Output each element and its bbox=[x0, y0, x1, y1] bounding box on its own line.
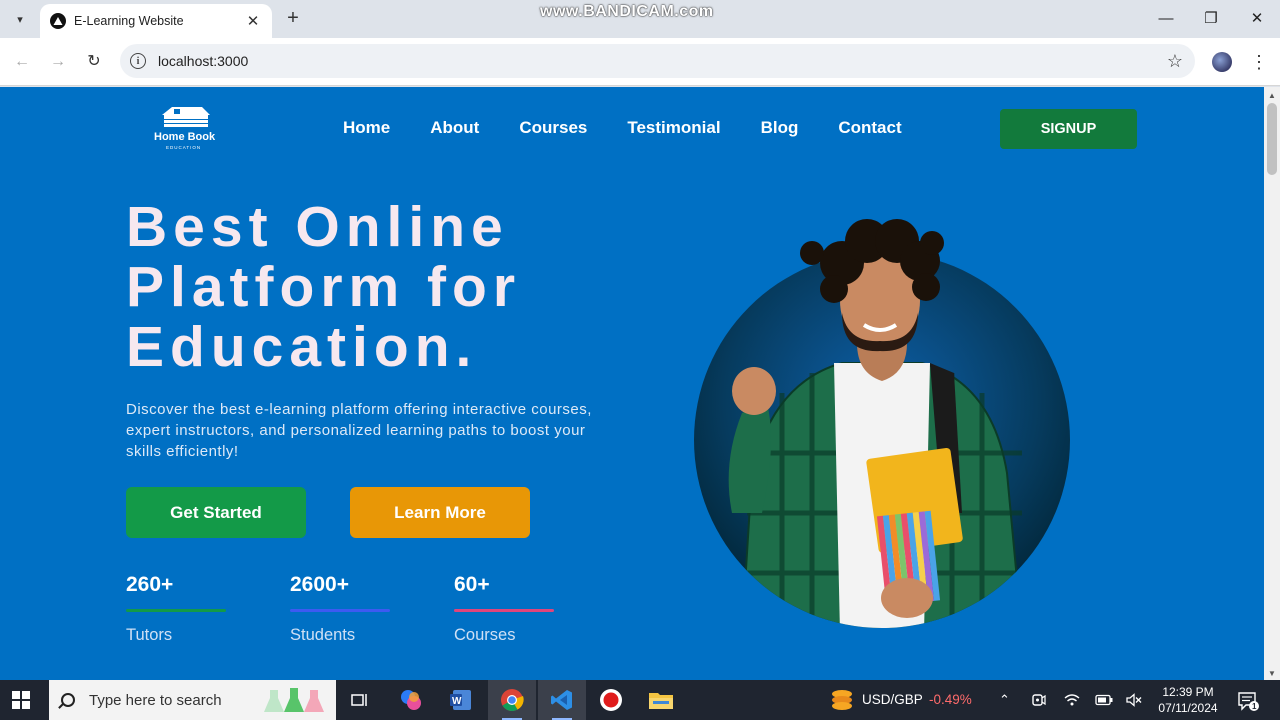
hero-description: Discover the best e-learning platform of… bbox=[126, 401, 592, 460]
book-house-icon bbox=[162, 107, 210, 127]
hero-title-line: Platform for bbox=[126, 255, 522, 319]
system-clock[interactable]: 12:39 PM 07/11/2024 bbox=[1150, 684, 1226, 716]
stat-underline bbox=[454, 609, 554, 612]
get-started-button[interactable]: Get Started bbox=[126, 487, 306, 538]
url-text[interactable]: localhost:3000 bbox=[158, 53, 1167, 69]
recorder-watermark: www.BANDICAM.com bbox=[540, 3, 714, 20]
signup-button[interactable]: SIGNUP bbox=[1000, 109, 1137, 149]
volume-muted-icon[interactable] bbox=[1126, 693, 1142, 707]
forward-icon[interactable]: → bbox=[46, 50, 70, 74]
more-menu-icon[interactable]: ⋮ bbox=[1250, 50, 1268, 74]
notification-icon[interactable]: 1 bbox=[1237, 690, 1259, 712]
logo-subtext: EDUCATION bbox=[166, 145, 202, 150]
battery-icon[interactable] bbox=[1095, 694, 1113, 706]
close-window-button[interactable]: ✕ bbox=[1247, 9, 1267, 29]
nav-home[interactable]: Home bbox=[343, 118, 390, 138]
back-icon[interactable]: ← bbox=[10, 50, 34, 74]
hero-title: Best Online Platform for Education. bbox=[126, 197, 646, 377]
page-scrollbar[interactable]: ▲ ▼ bbox=[1264, 87, 1280, 680]
currency-icon bbox=[832, 690, 852, 710]
scroll-thumb[interactable] bbox=[1267, 103, 1277, 175]
browser-tab-bar: ▾ E-Learning Website ✕ + www.BANDICAM.co… bbox=[0, 0, 1280, 38]
windows-start-icon[interactable] bbox=[12, 691, 30, 709]
restore-button[interactable]: ❐ bbox=[1201, 9, 1221, 29]
copilot-icon[interactable] bbox=[387, 680, 435, 720]
chevron-down-icon: ▾ bbox=[17, 13, 23, 26]
nav-contact[interactable]: Contact bbox=[838, 118, 901, 138]
os-taskbar: Type here to search W USD/GBP -0.49% ⌃ 1… bbox=[0, 680, 1280, 720]
clock-time: 12:39 PM bbox=[1162, 685, 1214, 699]
main-navigation: Home About Courses Testimonial Blog Cont… bbox=[343, 118, 902, 138]
meet-icon[interactable] bbox=[1032, 693, 1046, 707]
currency-change: -0.49% bbox=[929, 692, 972, 707]
stat-value: 2600+ bbox=[290, 573, 349, 596]
notification-count: 1 bbox=[1252, 702, 1257, 711]
stat-label: Courses bbox=[454, 626, 516, 644]
tab-title: E-Learning Website bbox=[74, 14, 184, 28]
stat-underline bbox=[126, 609, 226, 612]
address-bar[interactable]: i localhost:3000 ☆ bbox=[120, 44, 1195, 78]
vscode-icon[interactable] bbox=[538, 680, 586, 720]
word-icon[interactable]: W bbox=[437, 680, 485, 720]
hero-title-line: Education. bbox=[126, 315, 478, 379]
page-viewport: Home Book EDUCATION Home About Courses T… bbox=[0, 87, 1264, 680]
stat-label: Students bbox=[290, 626, 356, 644]
search-placeholder: Type here to search bbox=[89, 691, 222, 709]
stat-underline bbox=[290, 609, 390, 612]
flask-icon bbox=[264, 688, 324, 712]
nav-courses[interactable]: Courses bbox=[519, 118, 587, 138]
favicon-icon bbox=[50, 13, 66, 29]
close-tab-icon[interactable]: ✕ bbox=[244, 12, 262, 30]
stat-courses: 60+ Courses bbox=[454, 573, 564, 645]
chrome-icon[interactable] bbox=[488, 680, 536, 720]
reload-icon[interactable]: ↻ bbox=[82, 50, 106, 74]
nav-about[interactable]: About bbox=[430, 118, 479, 138]
wifi-icon[interactable] bbox=[1064, 693, 1080, 707]
currency-pair[interactable]: USD/GBP bbox=[862, 692, 923, 707]
minimize-button[interactable]: — bbox=[1156, 9, 1176, 29]
record-icon[interactable] bbox=[587, 680, 635, 720]
browser-toolbar: ← → ↻ i localhost:3000 ☆ ⋮ bbox=[0, 38, 1280, 86]
stat-value: 60+ bbox=[454, 573, 490, 596]
stat-label: Tutors bbox=[126, 626, 173, 644]
site-logo[interactable]: Home Book EDUCATION bbox=[150, 103, 226, 155]
svg-text:W: W bbox=[452, 696, 462, 707]
taskbar-search[interactable]: Type here to search bbox=[49, 680, 336, 720]
hero-student-image bbox=[694, 219, 1070, 628]
bookmark-star-icon[interactable]: ☆ bbox=[1167, 51, 1183, 72]
file-explorer-icon[interactable] bbox=[637, 680, 685, 720]
site-info-icon[interactable]: i bbox=[130, 53, 146, 69]
stat-tutors: 260+ Tutors bbox=[126, 573, 236, 645]
nav-testimonial[interactable]: Testimonial bbox=[627, 118, 720, 138]
learn-more-button[interactable]: Learn More bbox=[350, 487, 530, 538]
stat-value: 260+ bbox=[126, 573, 174, 596]
tab-search-button[interactable]: ▾ bbox=[8, 7, 32, 31]
scroll-up-icon[interactable]: ▲ bbox=[1268, 91, 1276, 100]
profile-avatar[interactable] bbox=[1212, 52, 1232, 72]
chevron-up-icon[interactable]: ⌃ bbox=[999, 692, 1010, 708]
search-icon bbox=[61, 693, 75, 707]
scroll-down-icon[interactable]: ▼ bbox=[1268, 669, 1276, 678]
clock-date: 07/11/2024 bbox=[1158, 701, 1218, 715]
new-tab-button[interactable]: + bbox=[283, 8, 303, 28]
task-view-icon[interactable] bbox=[336, 680, 384, 720]
hero-title-line: Best Online bbox=[126, 195, 509, 259]
nav-blog[interactable]: Blog bbox=[761, 118, 799, 138]
stat-students: 2600+ Students bbox=[290, 573, 400, 645]
browser-tab[interactable]: E-Learning Website ✕ bbox=[40, 4, 272, 38]
logo-text: Home Book bbox=[154, 131, 216, 143]
